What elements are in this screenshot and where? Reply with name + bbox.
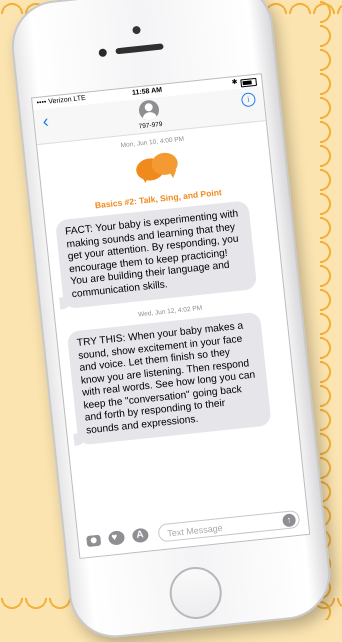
- contact-avatar[interactable]: [138, 99, 160, 122]
- app-store-icon[interactable]: [131, 527, 150, 544]
- speech-bubble-tail: [168, 169, 178, 179]
- message-input[interactable]: Text Message ↑: [157, 509, 301, 543]
- send-arrow-icon[interactable]: ↑: [281, 513, 297, 528]
- back-chevron-icon[interactable]: ‹: [42, 111, 50, 133]
- avatar-head: [144, 102, 154, 112]
- message-input-placeholder: Text Message: [166, 522, 224, 539]
- avatar-body: [142, 111, 158, 122]
- message-bubble[interactable]: TRY THIS: When your baby makes a sound, …: [66, 311, 272, 446]
- phone-screen: •••• Verizon LTE 11:58 AM ✱ ‹ 797-979 i …: [31, 73, 311, 559]
- speech-bubble-tail: [140, 174, 150, 184]
- message-bubble[interactable]: FACT: Your baby is experimenting with ma…: [55, 200, 258, 310]
- digital-touch-icon[interactable]: [107, 530, 126, 546]
- info-icon[interactable]: i: [240, 92, 257, 108]
- iphone-device: •••• Verizon LTE 11:58 AM ✱ ‹ 797-979 i …: [7, 0, 335, 642]
- camera-icon[interactable]: [86, 534, 102, 548]
- bluetooth-icon: ✱: [231, 78, 238, 87]
- message-thread: Mon, Jun 10, 4:00 PM Basics #2: Talk, Si…: [37, 121, 297, 446]
